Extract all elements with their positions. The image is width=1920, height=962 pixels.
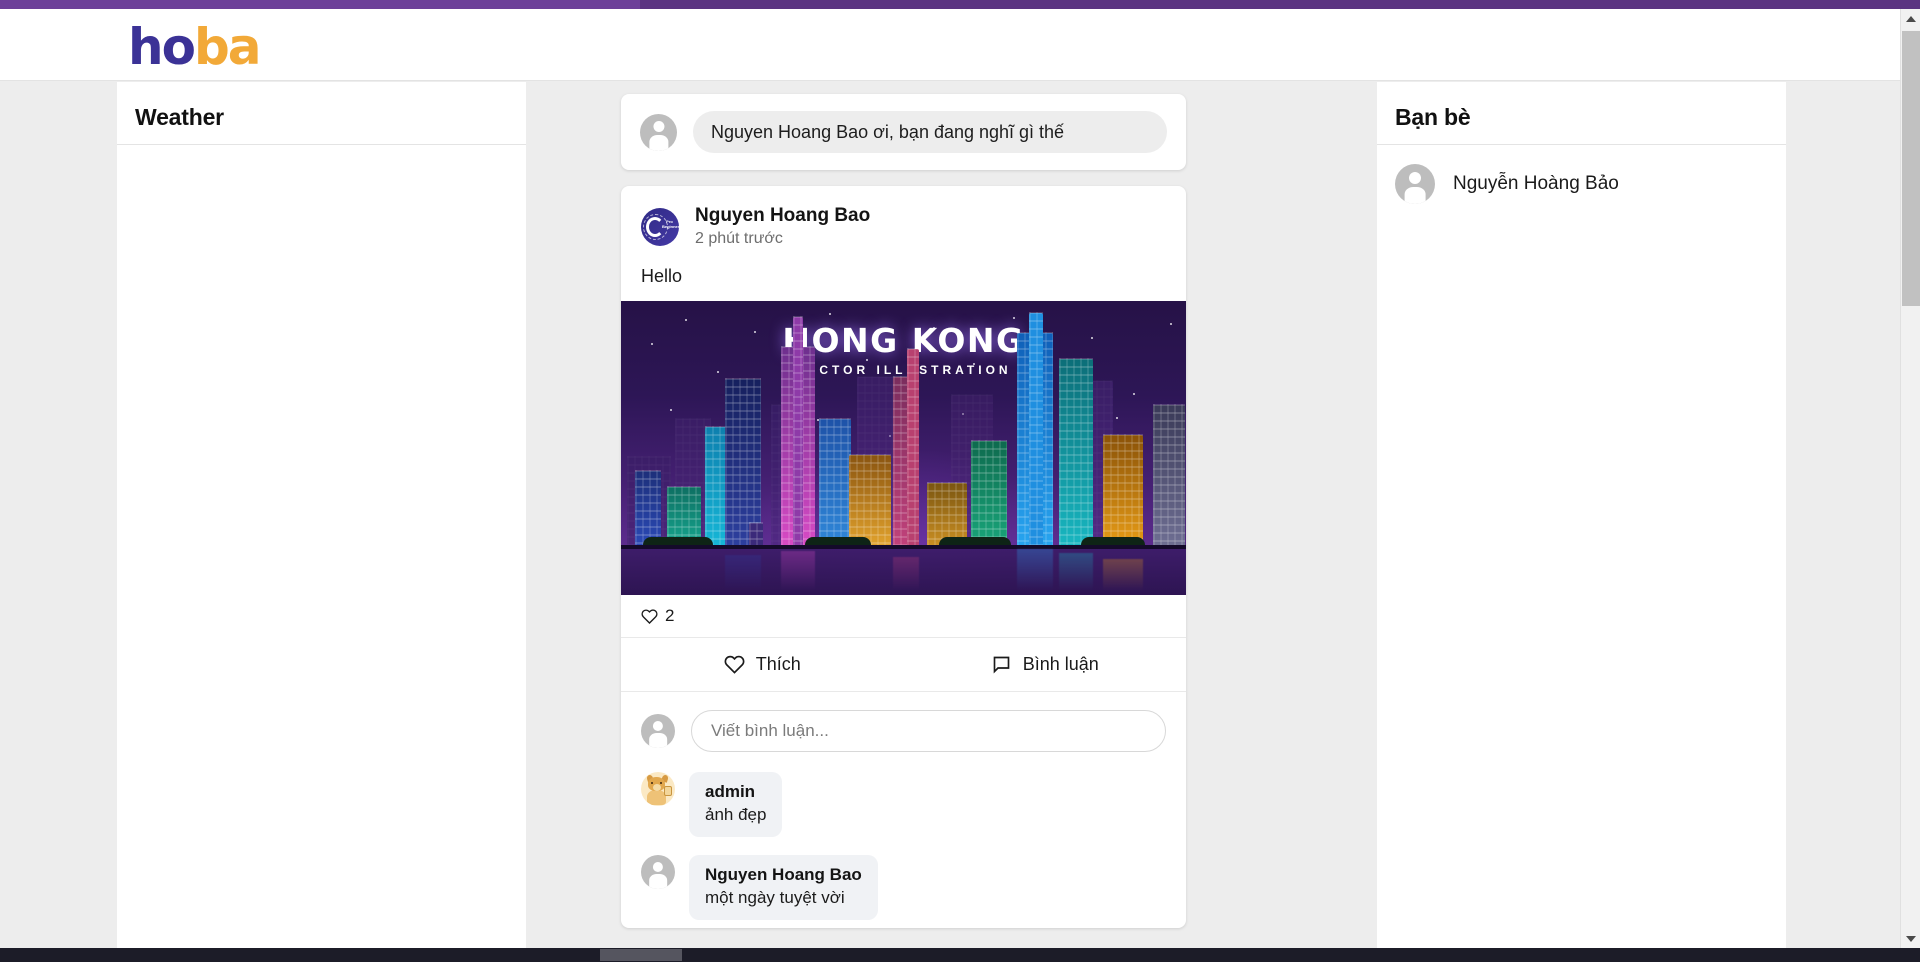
scroll-up-button[interactable]	[1901, 9, 1920, 29]
feed-column: Nguyen Hoang Bao ơi, bạn đang nghĩ gì th…	[526, 82, 1281, 962]
post-card: Pro Beginner Nguyen Hoang Bao 2 phút trư…	[621, 186, 1186, 928]
post-author-name[interactable]: Nguyen Hoang Bao	[695, 204, 870, 228]
comment-input[interactable]: Viết bình luận...	[691, 710, 1166, 752]
comment-item: admin ảnh đẹp	[621, 762, 1186, 845]
horizontal-scrollbar[interactable]	[0, 948, 1920, 962]
comment-author[interactable]: Nguyen Hoang Bao	[705, 863, 862, 886]
image-subtitle: VECTOR ILLUSTRATION	[621, 363, 1186, 377]
chevron-down-icon	[1906, 936, 1916, 942]
brand-logo-part1: ho	[128, 18, 194, 76]
comment-bubble: admin ảnh đẹp	[689, 772, 782, 837]
friends-panel-title: Bạn bè	[1377, 82, 1786, 131]
browser-top-strip-dark	[640, 0, 1920, 9]
image-skyline	[621, 390, 1186, 595]
post-timestamp: 2 phút trước	[695, 228, 870, 250]
comment-icon	[991, 654, 1012, 675]
image-water-reflection	[621, 549, 1186, 595]
comment-avatar[interactable]	[641, 855, 675, 889]
comment-author[interactable]: admin	[705, 780, 766, 803]
post-like-count: 2	[665, 606, 674, 626]
right-sidebar: Bạn bè Nguyễn Hoàng Bảo	[1377, 82, 1786, 962]
friend-list-item[interactable]: Nguyễn Hoàng Bảo	[1395, 164, 1619, 204]
doge-mug	[664, 786, 672, 796]
doge-eye-left	[651, 782, 653, 784]
image-title: HONG KONG	[621, 321, 1186, 360]
comment-composer-avatar	[641, 714, 675, 748]
like-button[interactable]: Thích	[621, 638, 904, 691]
weather-panel-title: Weather	[117, 82, 526, 131]
post-author-avatar[interactable]: Pro Beginner	[641, 208, 679, 246]
scroll-down-button[interactable]	[1901, 929, 1920, 949]
doge-eye-right	[660, 782, 662, 784]
left-sidebar: Weather	[117, 82, 526, 962]
comment-text: một ngày tuyệt vời	[705, 886, 862, 910]
composer-input[interactable]: Nguyen Hoang Bao ơi, bạn đang nghĩ gì th…	[693, 111, 1167, 153]
post-avatar-logo-text: Pro Beginner	[662, 219, 677, 229]
comment-bubble: Nguyen Hoang Bao một ngày tuyệt vời	[689, 855, 878, 920]
post-image[interactable]: HONG KONG VECTOR ILLUSTRATION	[621, 301, 1186, 595]
doge-avatar-icon[interactable]	[641, 772, 675, 806]
post-actions: Thích Bình luận	[621, 638, 1186, 691]
doge-snout	[653, 784, 661, 791]
main-columns: Weather Nguyen Hoang Bao ơi, bạn đang ng…	[0, 82, 1900, 962]
comment-item: Nguyen Hoang Bao một ngày tuyệt vời	[621, 845, 1186, 928]
like-button-label: Thích	[756, 654, 801, 675]
comment-button-label: Bình luận	[1023, 654, 1099, 675]
post-actions-wrap: Thích Bình luận	[621, 638, 1186, 692]
comment-composer-row: Viết bình luận...	[621, 692, 1186, 762]
app-root: hoba Weather Nguyen Hoang Bao ơi, bạn đa…	[0, 0, 1920, 962]
vertical-scrollbar[interactable]	[1900, 9, 1920, 949]
vertical-scrollbar-thumb[interactable]	[1902, 31, 1920, 306]
site-header: hoba	[0, 9, 1900, 81]
post-meta: Nguyen Hoang Bao 2 phút trước	[695, 204, 870, 250]
heart-icon	[641, 608, 658, 625]
chevron-up-icon	[1906, 16, 1916, 22]
composer: Nguyen Hoang Bao ơi, bạn đang nghĩ gì th…	[621, 94, 1186, 170]
heart-icon	[724, 654, 745, 675]
right-panel-divider	[1377, 144, 1786, 145]
post-body-text: Hello	[621, 250, 1186, 301]
post-like-summary: 2	[621, 595, 1186, 638]
brand-logo[interactable]: hoba	[128, 19, 259, 75]
friend-avatar	[1395, 164, 1435, 204]
friend-name: Nguyễn Hoàng Bảo	[1453, 173, 1619, 195]
composer-avatar	[640, 114, 677, 151]
comment-text: ảnh đẹp	[705, 803, 766, 827]
brand-logo-part2: ba	[194, 18, 260, 76]
post-header: Pro Beginner Nguyen Hoang Bao 2 phút trư…	[621, 186, 1186, 250]
comment-button[interactable]: Bình luận	[904, 638, 1187, 691]
horizontal-scrollbar-thumb[interactable]	[600, 949, 682, 961]
composer-card: Nguyen Hoang Bao ơi, bạn đang nghĩ gì th…	[621, 94, 1186, 170]
left-panel-divider	[117, 144, 526, 145]
